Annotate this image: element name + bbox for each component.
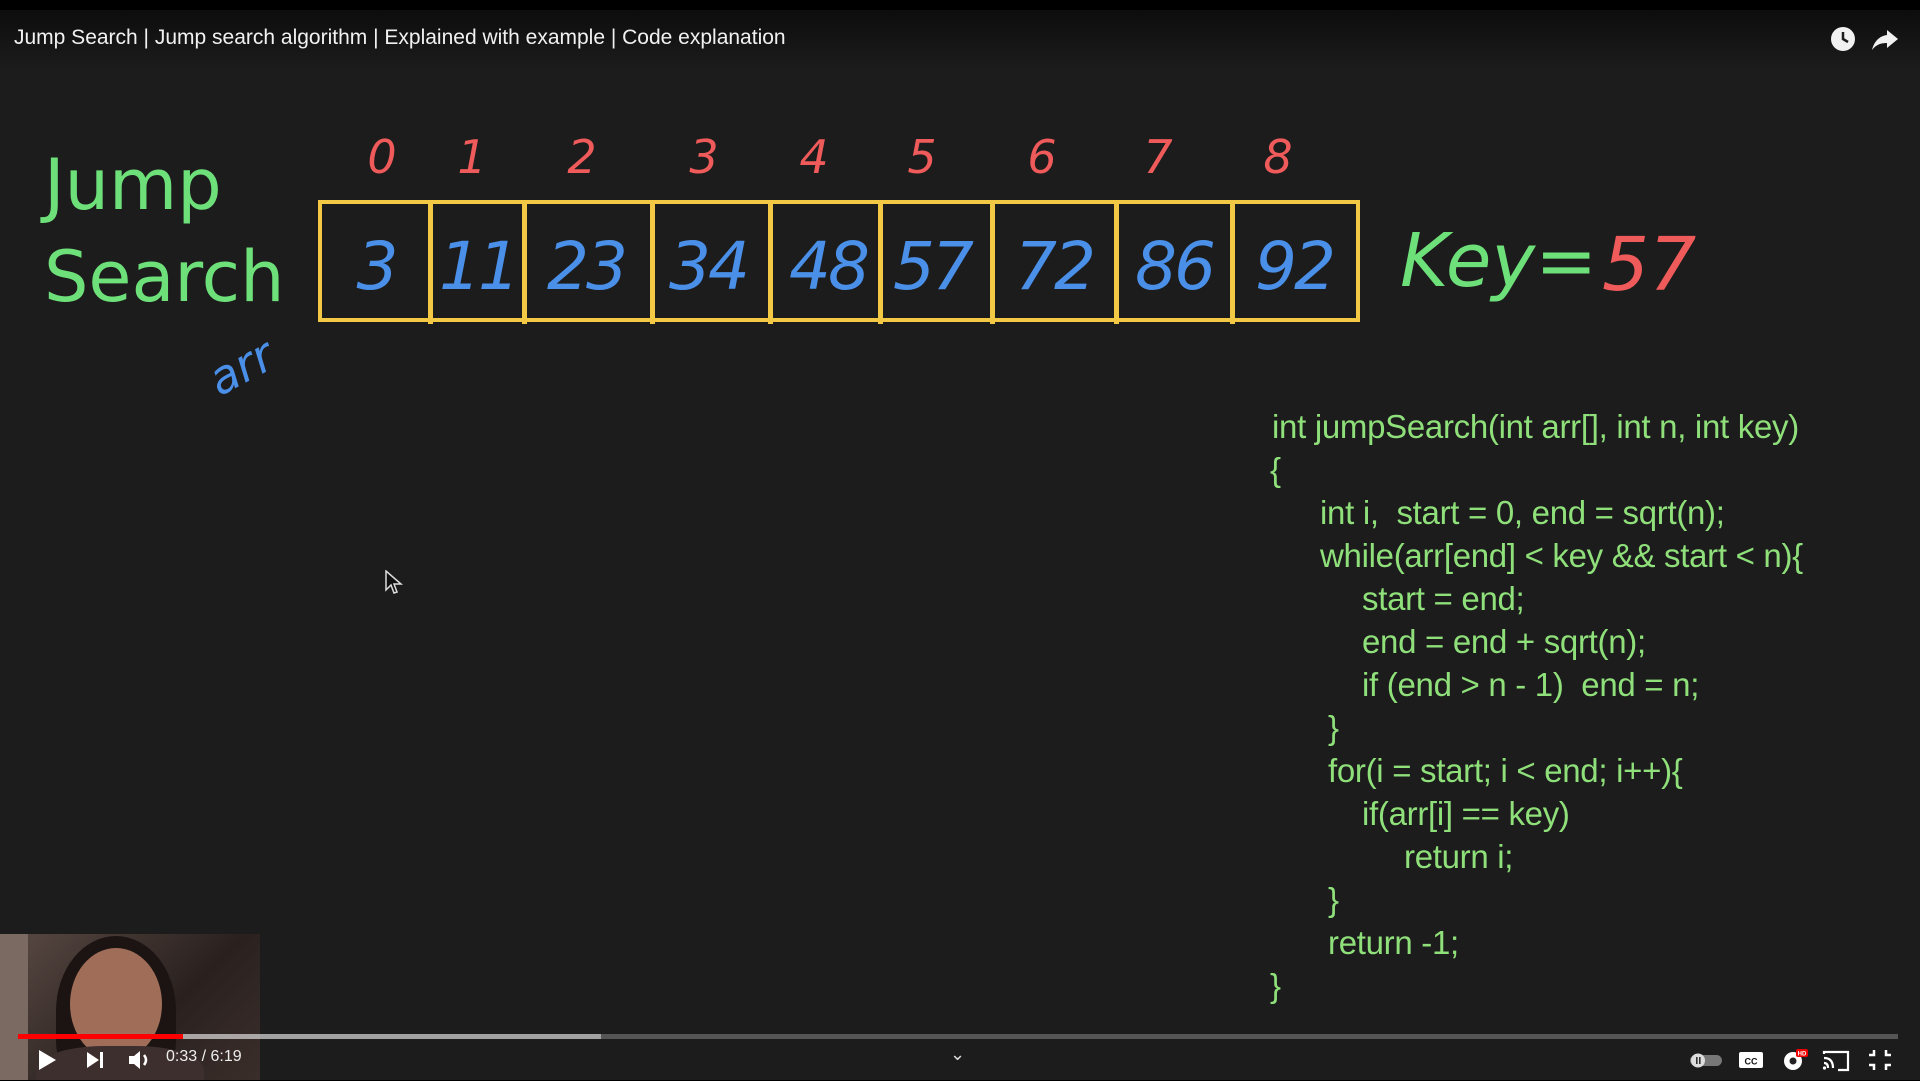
code-line: } (1328, 881, 1339, 918)
board-title-search: Search (44, 236, 285, 318)
code-line: int i, start = 0, end = sqrt(n); (1320, 494, 1725, 531)
time-display: 0:33 / 6:19 (166, 1048, 242, 1065)
clock-icon[interactable] (1828, 24, 1858, 54)
next-icon[interactable] (80, 1044, 110, 1076)
index-label: 1 (457, 130, 487, 184)
code-line: } (1328, 709, 1339, 746)
key-equals-sign: = (1535, 218, 1598, 304)
array-value: 72 (1015, 228, 1096, 305)
code-line: start = end; (1362, 580, 1525, 617)
array-value: 23 (547, 228, 628, 305)
code-line: end = end + sqrt(n); (1362, 623, 1646, 660)
code-line: int jumpSearch(int arr[], int n, int key… (1272, 408, 1799, 445)
array-name-label: arr (199, 327, 283, 407)
top-bar: Jump Search | Jump search algorithm | Ex… (0, 10, 1920, 70)
array-value: 11 (439, 228, 520, 305)
index-label: 2 (567, 130, 597, 184)
code-line: if (end > n - 1) end = n; (1362, 666, 1700, 703)
key-label-text: Key (1400, 218, 1536, 304)
code-line: return -1; (1328, 924, 1459, 961)
index-label: 8 (1263, 130, 1293, 184)
code-line: { (1270, 451, 1281, 488)
array-value: 48 (789, 228, 870, 305)
array-value: 34 (669, 228, 750, 305)
index-label: 5 (907, 130, 937, 184)
video-player[interactable]: Jump Search | Jump search algorithm | Ex… (0, 10, 1920, 1080)
code-line: } (1270, 967, 1281, 1004)
played-bar (18, 1034, 184, 1039)
code-line: while(arr[end] < key && start < n){ (1320, 537, 1803, 574)
gear-icon[interactable]: HD (1778, 1044, 1810, 1076)
mouse-cursor-icon (385, 569, 404, 601)
exit-fullscreen-icon[interactable] (1864, 1044, 1896, 1076)
code-line: for(i = start; i < end; i++){ (1328, 752, 1683, 789)
array-value: 57 (893, 228, 974, 305)
board-title-jump: Jump (44, 144, 222, 226)
video-title[interactable]: Jump Search | Jump search algorithm | Ex… (14, 26, 786, 50)
svg-text:CC: CC (1745, 1057, 1758, 1067)
array-value: 92 (1255, 228, 1336, 305)
index-label: 6 (1027, 130, 1057, 184)
array-value: 86 (1135, 228, 1216, 305)
index-label: 3 (689, 130, 719, 184)
cast-icon[interactable] (1820, 1044, 1852, 1076)
index-label: 4 (799, 130, 829, 184)
chevron-down-icon[interactable]: ⌄ (950, 1044, 965, 1065)
captions-icon[interactable]: CC (1736, 1044, 1766, 1076)
key-value: 57 (1602, 222, 1697, 308)
code-line: return i; (1404, 838, 1514, 875)
autoplay-toggle-icon[interactable] (1688, 1044, 1724, 1076)
code-line: if(arr[i] == key) (1362, 795, 1570, 832)
share-icon[interactable] (1870, 24, 1900, 54)
play-icon[interactable] (30, 1044, 62, 1076)
volume-icon[interactable] (124, 1044, 156, 1076)
index-label: 0 (367, 130, 397, 184)
key-label: Key= (1400, 218, 1597, 304)
svg-text:HD: HD (1798, 1052, 1807, 1058)
index-label: 7 (1143, 130, 1173, 184)
